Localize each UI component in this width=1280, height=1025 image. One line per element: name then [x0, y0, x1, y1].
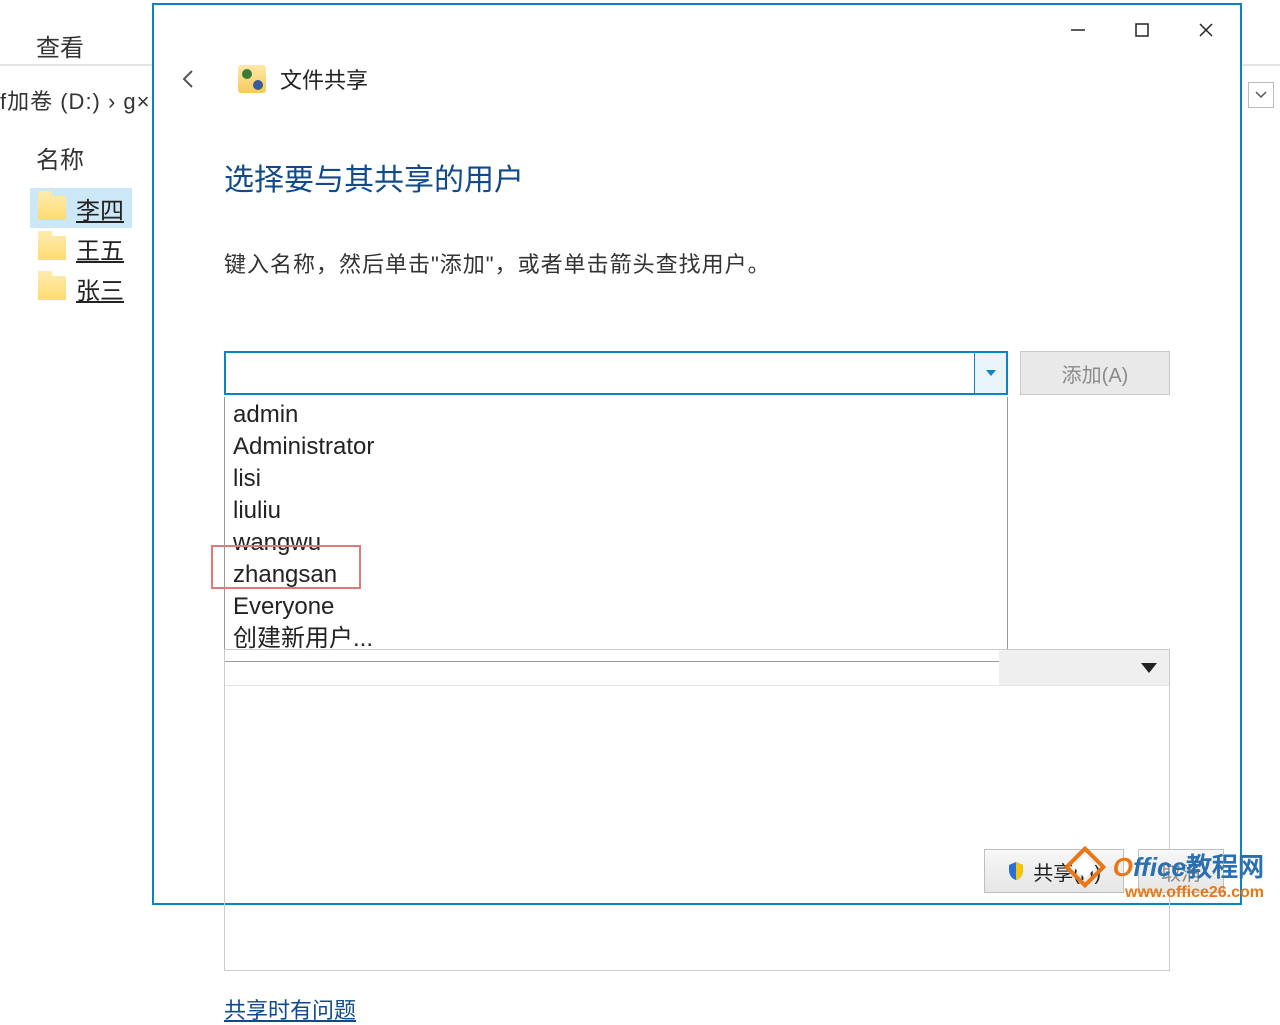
dropdown-option[interactable]: admin: [225, 399, 1007, 431]
dropdown-option[interactable]: liuliu: [225, 495, 1007, 527]
minimize-icon: [1069, 21, 1087, 39]
watermark: Office教程网 www.office26.com: [1070, 846, 1264, 902]
watermark-text: O: [1113, 852, 1133, 882]
close-button[interactable]: [1178, 10, 1234, 50]
file-sharing-dialog: 文件共享 选择要与其共享的用户 键入名称，然后单击"添加"，或者单击箭头查找用户…: [152, 3, 1242, 905]
folder-item[interactable]: 王五: [30, 228, 132, 268]
dropdown-option[interactable]: zhangsan: [225, 559, 1007, 591]
dropdown-option[interactable]: lisi: [225, 463, 1007, 495]
user-picker-row: admin Administrator lisi liuliu wangwu z…: [224, 351, 1170, 395]
column-header-name[interactable]: 名称: [36, 140, 84, 175]
minimize-button[interactable]: [1050, 10, 1106, 50]
back-button[interactable]: [174, 64, 204, 94]
file-sharing-icon: [238, 65, 266, 93]
shared-users-header: [225, 650, 1169, 686]
titlebar: [154, 5, 1240, 55]
chevron-down-icon: [985, 369, 997, 377]
maximize-icon: [1133, 21, 1151, 39]
folder-icon: [38, 236, 66, 260]
close-icon: [1197, 21, 1215, 39]
folder-icon: [38, 276, 66, 300]
watermark-text: ffice: [1133, 852, 1186, 882]
help-link[interactable]: 共享时有问题: [224, 993, 1170, 1025]
watermark-logo-icon: [1063, 846, 1105, 888]
dialog-app-title: 文件共享: [280, 63, 368, 95]
folder-label: 张三: [76, 271, 124, 306]
user-name-input[interactable]: [226, 353, 974, 393]
dropdown-option[interactable]: Administrator: [225, 431, 1007, 463]
arrow-left-icon: [178, 68, 200, 90]
dialog-subtitle: 键入名称，然后单击"添加"，或者单击箭头查找用户。: [224, 247, 1170, 279]
user-dropdown-list: admin Administrator lisi liuliu wangwu z…: [224, 397, 1008, 662]
maximize-button[interactable]: [1114, 10, 1170, 50]
dialog-title: 选择要与其共享的用户: [224, 155, 1170, 199]
folder-icon: [38, 196, 66, 220]
folder-label: 王五: [76, 231, 124, 266]
folder-label: 李四: [76, 191, 124, 226]
dropdown-option[interactable]: wangwu: [225, 527, 1007, 559]
user-picker-combobox[interactable]: admin Administrator lisi liuliu wangwu z…: [224, 351, 1008, 395]
caret-down-icon: [1141, 663, 1157, 673]
folder-item[interactable]: 张三: [30, 268, 132, 308]
folder-item[interactable]: 李四: [30, 188, 132, 228]
help-link-text: 共享时有问题: [224, 998, 356, 1023]
address-dropdown[interactable]: [1248, 82, 1274, 108]
user-picker-dropdown-button[interactable]: [974, 353, 1006, 393]
folder-list: 李四 王五 张三: [30, 188, 132, 308]
ribbon-tab-view[interactable]: 查看: [36, 28, 84, 63]
watermark-text: 教程网: [1186, 852, 1264, 882]
breadcrumb[interactable]: f加卷 (D:) › g×: [0, 84, 151, 116]
watermark-url: www.office26.com: [1070, 884, 1264, 902]
shield-icon: [1007, 861, 1025, 881]
permission-level-dropdown[interactable]: [999, 650, 1169, 685]
shared-users-panel: [224, 649, 1170, 971]
dropdown-option[interactable]: Everyone: [225, 591, 1007, 623]
chevron-down-icon: [1255, 91, 1267, 99]
dialog-header: 文件共享: [154, 63, 1240, 95]
add-button[interactable]: 添加(A): [1020, 351, 1170, 395]
watermark-brand: Office教程网: [1070, 846, 1264, 884]
